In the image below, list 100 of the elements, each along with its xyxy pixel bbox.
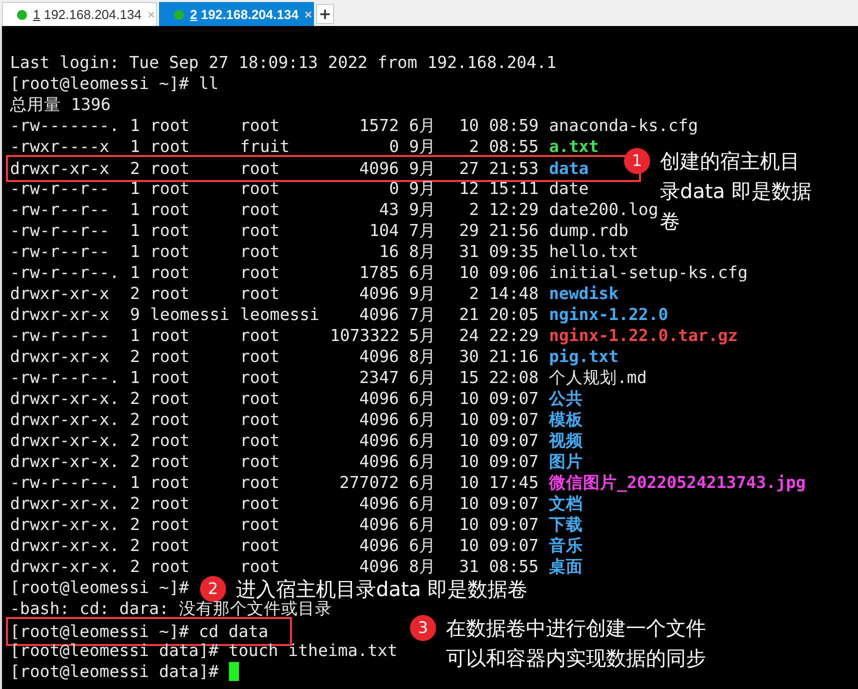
owner-text: root — [150, 158, 191, 179]
day-text: 31 — [458, 241, 479, 262]
group-text: root — [240, 535, 281, 556]
time-text: 09:07 — [489, 388, 539, 409]
file-name: 视频 — [549, 430, 583, 451]
time-text: 09:07 — [489, 535, 539, 556]
month-text: 9月 — [409, 283, 437, 304]
day-text: 10 — [458, 493, 479, 514]
link-count: 2 — [130, 493, 141, 514]
day-text: 10 — [458, 409, 479, 430]
close-icon[interactable]: × — [304, 7, 312, 22]
number-badge: 1 — [624, 148, 650, 174]
file-name: 模板 — [549, 409, 583, 430]
group-text: root — [240, 367, 281, 388]
month-text: 6月 — [409, 535, 437, 556]
month-text: 6月 — [409, 451, 437, 472]
file-size: 1785 — [358, 262, 399, 283]
new-tab-button[interactable]: + — [316, 4, 334, 24]
terminal-line: Last login: Tue Sep 27 18:09:13 2022 from 192.168.204.1 — [10, 52, 556, 73]
month-text: 6月 — [409, 388, 437, 409]
day-text: 10 — [458, 388, 479, 409]
owner-text: root — [150, 136, 191, 157]
day-text: 12 — [458, 178, 479, 199]
link-count: 2 — [130, 451, 141, 472]
day-text: 10 — [458, 514, 479, 535]
group-text: root — [240, 283, 281, 304]
group-text: root — [240, 493, 281, 514]
status-dot-icon — [17, 10, 27, 20]
month-text: 6月 — [409, 493, 437, 514]
month-text: 5月 — [409, 325, 437, 346]
group-text: root — [240, 241, 281, 262]
day-text: 10 — [458, 262, 479, 283]
file-size: 4096 — [358, 514, 399, 535]
owner-text: root — [150, 409, 191, 430]
permissions-text: -rw-r--r-- — [10, 220, 110, 241]
group-text: root — [240, 430, 281, 451]
permissions-text: -rw-r--r--. — [10, 262, 120, 283]
status-dot-icon — [174, 10, 184, 20]
time-text: 15:11 — [489, 178, 539, 199]
file-size: 0 — [388, 136, 399, 157]
terminal-line: [root@leomessi ~]# cd data — [10, 621, 268, 642]
time-text: 20:05 — [489, 304, 539, 325]
time-text: 21:56 — [489, 220, 539, 241]
group-text: root — [240, 451, 281, 472]
month-text: 9月 — [409, 199, 437, 220]
tab-label: 1 192.168.204.134 — [33, 7, 142, 22]
owner-text: root — [150, 199, 191, 220]
group-text: leomessi — [240, 304, 320, 325]
group-text: root — [240, 514, 281, 535]
owner-text: root — [150, 493, 191, 514]
day-text: 10 — [458, 535, 479, 556]
permissions-text: drwxr-xr-x. — [10, 535, 120, 556]
month-text: 9月 — [409, 158, 437, 179]
month-text: 6月 — [409, 115, 437, 136]
link-count: 2 — [130, 388, 141, 409]
time-text: 12:29 — [489, 199, 539, 220]
link-count: 2 — [130, 514, 141, 535]
link-count: 2 — [130, 158, 141, 179]
owner-text: root — [150, 220, 191, 241]
month-text: 6月 — [409, 409, 437, 430]
file-name: date — [549, 178, 589, 199]
owner-text: root — [150, 535, 191, 556]
month-text: 6月 — [409, 367, 437, 388]
file-size: 4096 — [358, 430, 399, 451]
terminal-tab[interactable]: 2 192.168.204.134 × — [159, 2, 314, 26]
file-name: nginx-1.22.0 — [549, 304, 668, 325]
file-name: 公共 — [549, 388, 583, 409]
terminal-line: -bash: cd: dara: 没有那个文件或目录 — [10, 599, 332, 619]
time-text: 08:55 — [489, 556, 539, 577]
permissions-text: drwxr-xr-x. — [10, 556, 120, 577]
file-name: 图片 — [549, 451, 583, 472]
permissions-text: -rw-r--r-- — [10, 178, 110, 199]
group-text: root — [240, 346, 281, 367]
group-text: root — [240, 115, 281, 136]
file-name: initial-setup-ks.cfg — [549, 262, 748, 283]
time-text: 09:06 — [489, 262, 539, 283]
day-text: 21 — [458, 304, 479, 325]
link-count: 1 — [130, 199, 141, 220]
number-badge: 2 — [200, 576, 226, 602]
month-text: 6月 — [409, 472, 437, 493]
file-name: 下载 — [549, 514, 583, 535]
day-text: 2 — [468, 136, 479, 157]
link-count: 1 — [130, 220, 141, 241]
permissions-text: drwxr-xr-x — [10, 346, 110, 367]
terminal-tab[interactable]: 1 192.168.204.134 × — [2, 2, 157, 26]
group-text: root — [240, 556, 281, 577]
file-name: date200.log — [549, 199, 658, 220]
permissions-text: drwxr-xr-x — [10, 304, 110, 325]
day-text: 10 — [458, 451, 479, 472]
group-text: root — [240, 325, 281, 346]
permissions-text: -rw-r--r--. — [10, 367, 120, 388]
link-count: 1 — [130, 367, 141, 388]
time-text: 14:48 — [489, 283, 539, 304]
file-size: 16 — [378, 241, 399, 262]
file-size: 4096 — [358, 304, 399, 325]
close-icon[interactable]: × — [147, 7, 156, 22]
file-size: 43 — [378, 199, 399, 220]
file-name: 微信图片_20220524213743.jpg — [549, 472, 806, 493]
link-count: 1 — [130, 262, 141, 283]
group-text: root — [240, 472, 281, 493]
